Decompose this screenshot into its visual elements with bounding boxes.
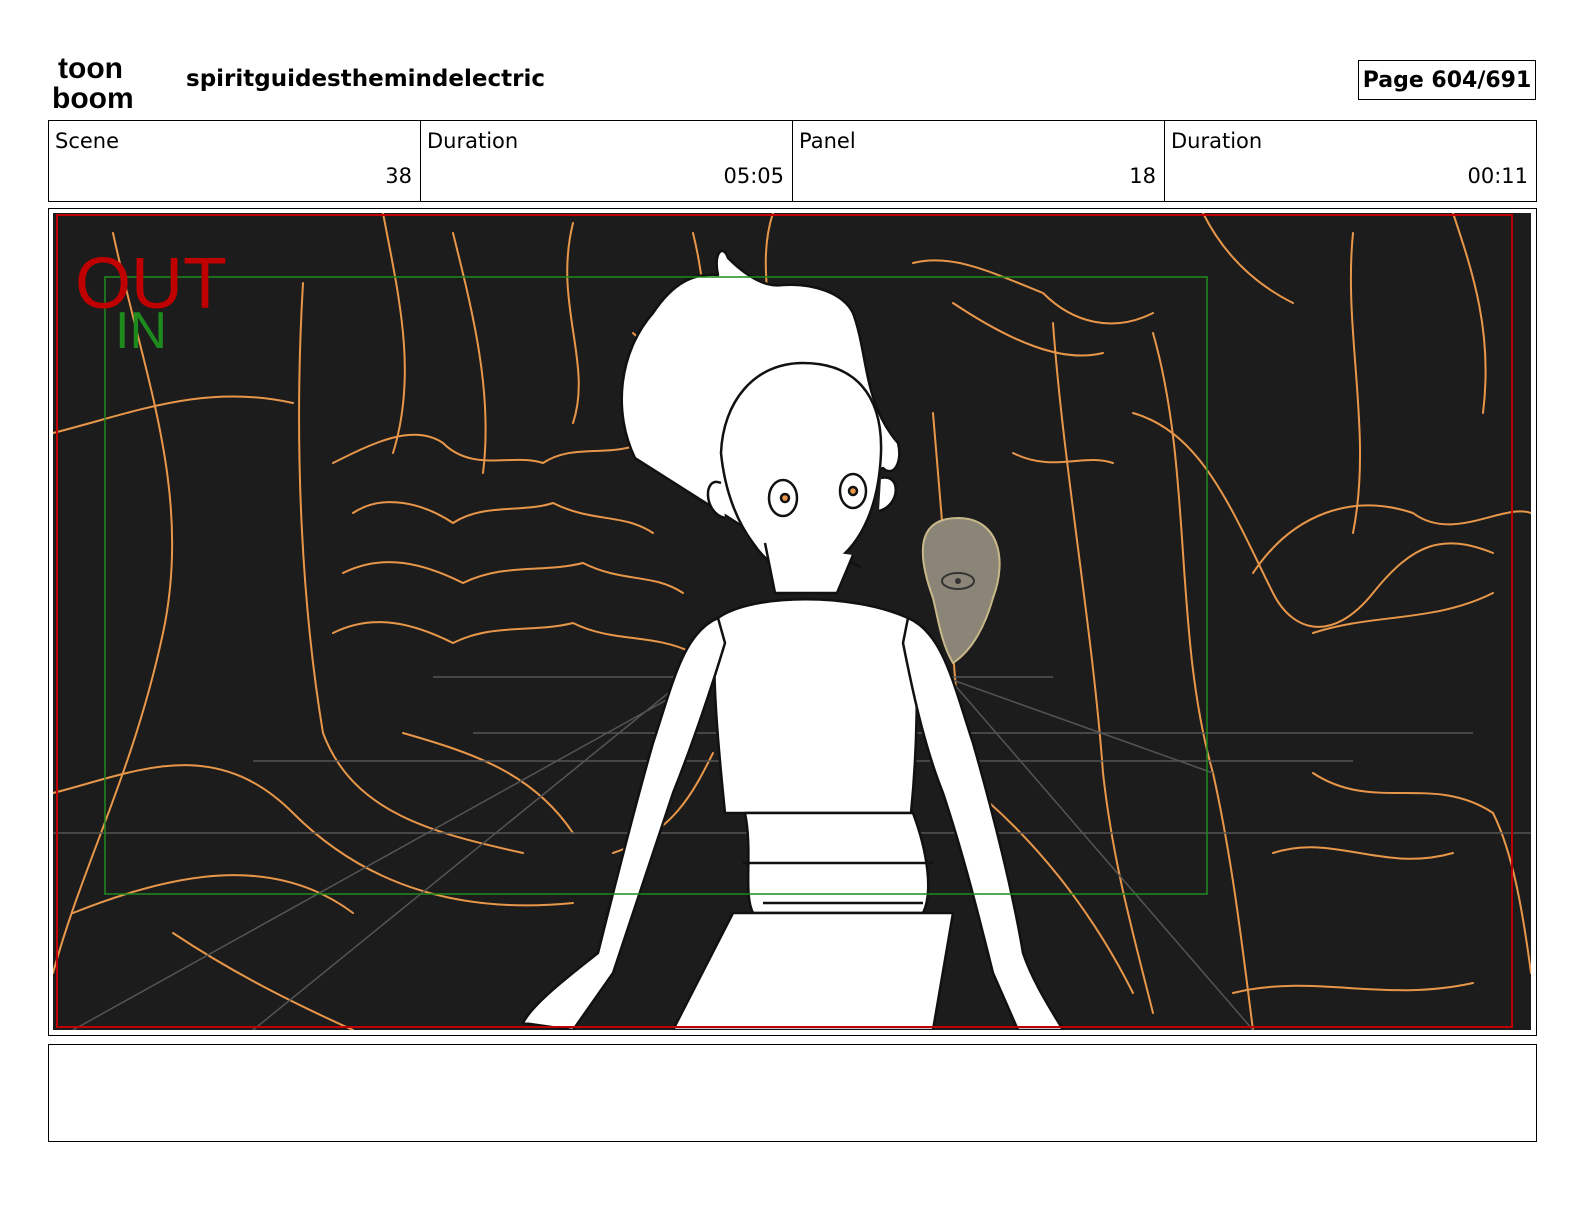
toonboom-logo: toon boom [52, 54, 134, 110]
scene-cell: Scene 38 [49, 121, 421, 201]
panel-duration-value: 00:11 [1467, 164, 1528, 188]
page-counter: Page 604/691 [1358, 60, 1536, 100]
panel-duration-cell: Duration 00:11 [1165, 121, 1536, 201]
scene-duration-cell: Duration 05:05 [421, 121, 793, 201]
in-label: IN [115, 302, 167, 360]
logo-line-top: toon [58, 54, 123, 85]
panel-notes-box[interactable] [48, 1044, 1537, 1142]
panel-duration-label: Duration [1171, 129, 1263, 153]
panel-drawing: OUT IN [53, 213, 1531, 1030]
panel-label: Panel [799, 129, 856, 153]
panel-value: 18 [1129, 164, 1156, 188]
scene-info-table: Scene 38 Duration 05:05 Panel 18 Duratio… [48, 120, 1537, 202]
logo-line-bottom: boom [52, 82, 134, 110]
scene-duration-label: Duration [427, 129, 519, 153]
project-title: spiritguidesthemindelectric [186, 66, 545, 92]
scene-label: Scene [55, 129, 120, 153]
scene-duration-value: 05:05 [723, 164, 784, 188]
storyboard-panel: OUT IN [48, 208, 1537, 1036]
panel-cell: Panel 18 [793, 121, 1165, 201]
scene-value: 38 [385, 164, 412, 188]
